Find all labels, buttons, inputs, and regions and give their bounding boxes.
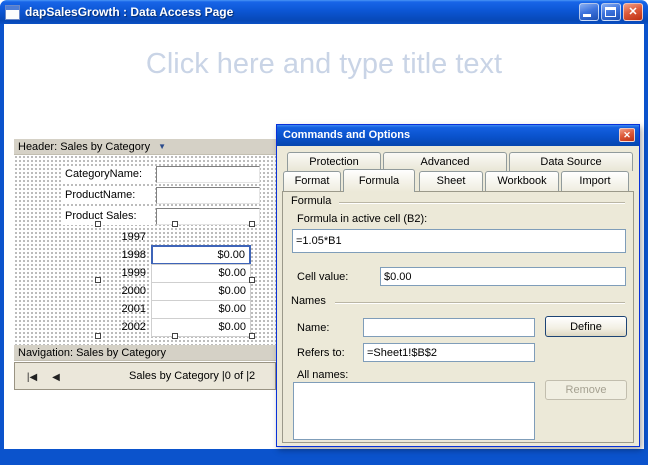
previous-record-button[interactable]: ◀ bbox=[47, 367, 65, 387]
spreadsheet-year-cell[interactable]: 2001 bbox=[98, 300, 148, 318]
formula-input[interactable] bbox=[292, 229, 626, 253]
tab-import[interactable]: Import bbox=[561, 171, 629, 191]
cell-value-label: Cell value: bbox=[297, 271, 348, 283]
selection-handle[interactable] bbox=[172, 221, 178, 227]
tab-formula[interactable]: Formula bbox=[343, 169, 415, 192]
record-counter-label[interactable]: Sales by Category |0 of |2 bbox=[129, 363, 255, 389]
minimize-button[interactable] bbox=[579, 3, 599, 21]
spreadsheet-value-cell[interactable]: $0.00 bbox=[151, 264, 251, 283]
formula-group-label: Formula bbox=[291, 195, 331, 207]
section-dropdown-icon[interactable]: ▼ bbox=[158, 142, 166, 151]
first-record-button[interactable]: |◀ bbox=[19, 367, 45, 387]
spreadsheet-year-cell[interactable]: 1999 bbox=[98, 264, 148, 282]
selection-handle[interactable] bbox=[95, 221, 101, 227]
close-icon: ✕ bbox=[624, 4, 642, 20]
spreadsheet-year-cell[interactable]: 1997 bbox=[98, 228, 148, 246]
header-section-label: Header: Sales by Category bbox=[18, 141, 150, 153]
group-divider bbox=[335, 302, 625, 303]
name-input[interactable] bbox=[363, 318, 535, 337]
tab-format[interactable]: Format bbox=[283, 171, 341, 191]
spreadsheet-year-cell[interactable]: 2000 bbox=[98, 282, 148, 300]
tab-sheet[interactable]: Sheet bbox=[419, 171, 483, 191]
cell-value-input[interactable] bbox=[380, 267, 626, 286]
caption-buttons: ✕ bbox=[579, 3, 643, 21]
minimize-icon bbox=[583, 14, 591, 17]
window-icon-decoration bbox=[6, 6, 19, 10]
name-label: Name: bbox=[297, 322, 329, 334]
record-navigation-toolbar: |◀ ◀ Sales by Category |0 of |2 bbox=[14, 362, 276, 390]
selection-handle[interactable] bbox=[249, 221, 255, 227]
tab-data-source[interactable]: Data Source bbox=[509, 152, 633, 171]
all-names-label: All names: bbox=[297, 369, 348, 381]
field-label-productsales[interactable]: Product Sales: bbox=[63, 208, 155, 225]
window-icon[interactable] bbox=[5, 5, 20, 20]
group-divider bbox=[339, 202, 625, 203]
titlebar[interactable]: dapSalesGrowth : Data Access Page ✕ bbox=[0, 0, 648, 24]
window-title: dapSalesGrowth : Data Access Page bbox=[25, 5, 233, 19]
maximize-button[interactable] bbox=[601, 3, 621, 21]
dialog-titlebar[interactable]: Commands and Options ✕ bbox=[277, 125, 639, 146]
selection-handle[interactable] bbox=[249, 333, 255, 339]
commands-and-options-dialog: Commands and Options ✕ Protection Advanc… bbox=[276, 124, 640, 447]
dialog-close-button[interactable]: ✕ bbox=[619, 128, 635, 142]
tab-workbook[interactable]: Workbook bbox=[485, 171, 559, 191]
dialog-title: Commands and Options bbox=[283, 129, 410, 141]
all-names-listbox[interactable] bbox=[293, 382, 535, 440]
names-group-label: Names bbox=[291, 295, 326, 307]
formula-tab-panel: Formula Formula in active cell (B2): Cel… bbox=[282, 191, 634, 443]
refers-to-input[interactable] bbox=[363, 343, 535, 362]
selection-handle[interactable] bbox=[95, 277, 101, 283]
spreadsheet-active-cell[interactable]: $0.00 bbox=[151, 245, 251, 265]
close-icon: ✕ bbox=[623, 130, 631, 140]
selection-handle[interactable] bbox=[172, 333, 178, 339]
spreadsheet-value-cell[interactable]: $0.00 bbox=[151, 282, 251, 301]
header-section-bar[interactable]: Header: Sales by Category ▼ bbox=[14, 139, 276, 155]
field-input-categoryname[interactable] bbox=[156, 166, 260, 183]
navigation-section-bar[interactable]: Navigation: Sales by Category bbox=[14, 345, 276, 361]
refers-to-label: Refers to: bbox=[297, 347, 345, 359]
field-label-categoryname[interactable]: CategoryName: bbox=[63, 166, 155, 183]
spreadsheet-value-cell[interactable]: $0.00 bbox=[151, 318, 251, 337]
maximize-icon bbox=[605, 7, 616, 17]
page-title-placeholder[interactable]: Click here and type title text bbox=[4, 48, 644, 81]
spreadsheet-value-cell[interactable]: $0.00 bbox=[151, 300, 251, 319]
field-label-productname[interactable]: ProductName: bbox=[63, 187, 155, 204]
spreadsheet-year-cell[interactable]: 2002 bbox=[98, 318, 148, 336]
remove-button[interactable]: Remove bbox=[545, 380, 627, 400]
field-input-productname[interactable] bbox=[156, 187, 260, 204]
spreadsheet-year-cell[interactable]: 1998 bbox=[98, 246, 148, 264]
design-grid-area: CategoryName: ProductName: Product Sales… bbox=[14, 155, 276, 345]
selection-handle[interactable] bbox=[249, 277, 255, 283]
define-button[interactable]: Define bbox=[545, 316, 627, 337]
navigation-section-label: Navigation: Sales by Category bbox=[18, 347, 166, 359]
close-button[interactable]: ✕ bbox=[623, 3, 643, 21]
formula-active-cell-label: Formula in active cell (B2): bbox=[297, 213, 427, 225]
selection-handle[interactable] bbox=[95, 333, 101, 339]
